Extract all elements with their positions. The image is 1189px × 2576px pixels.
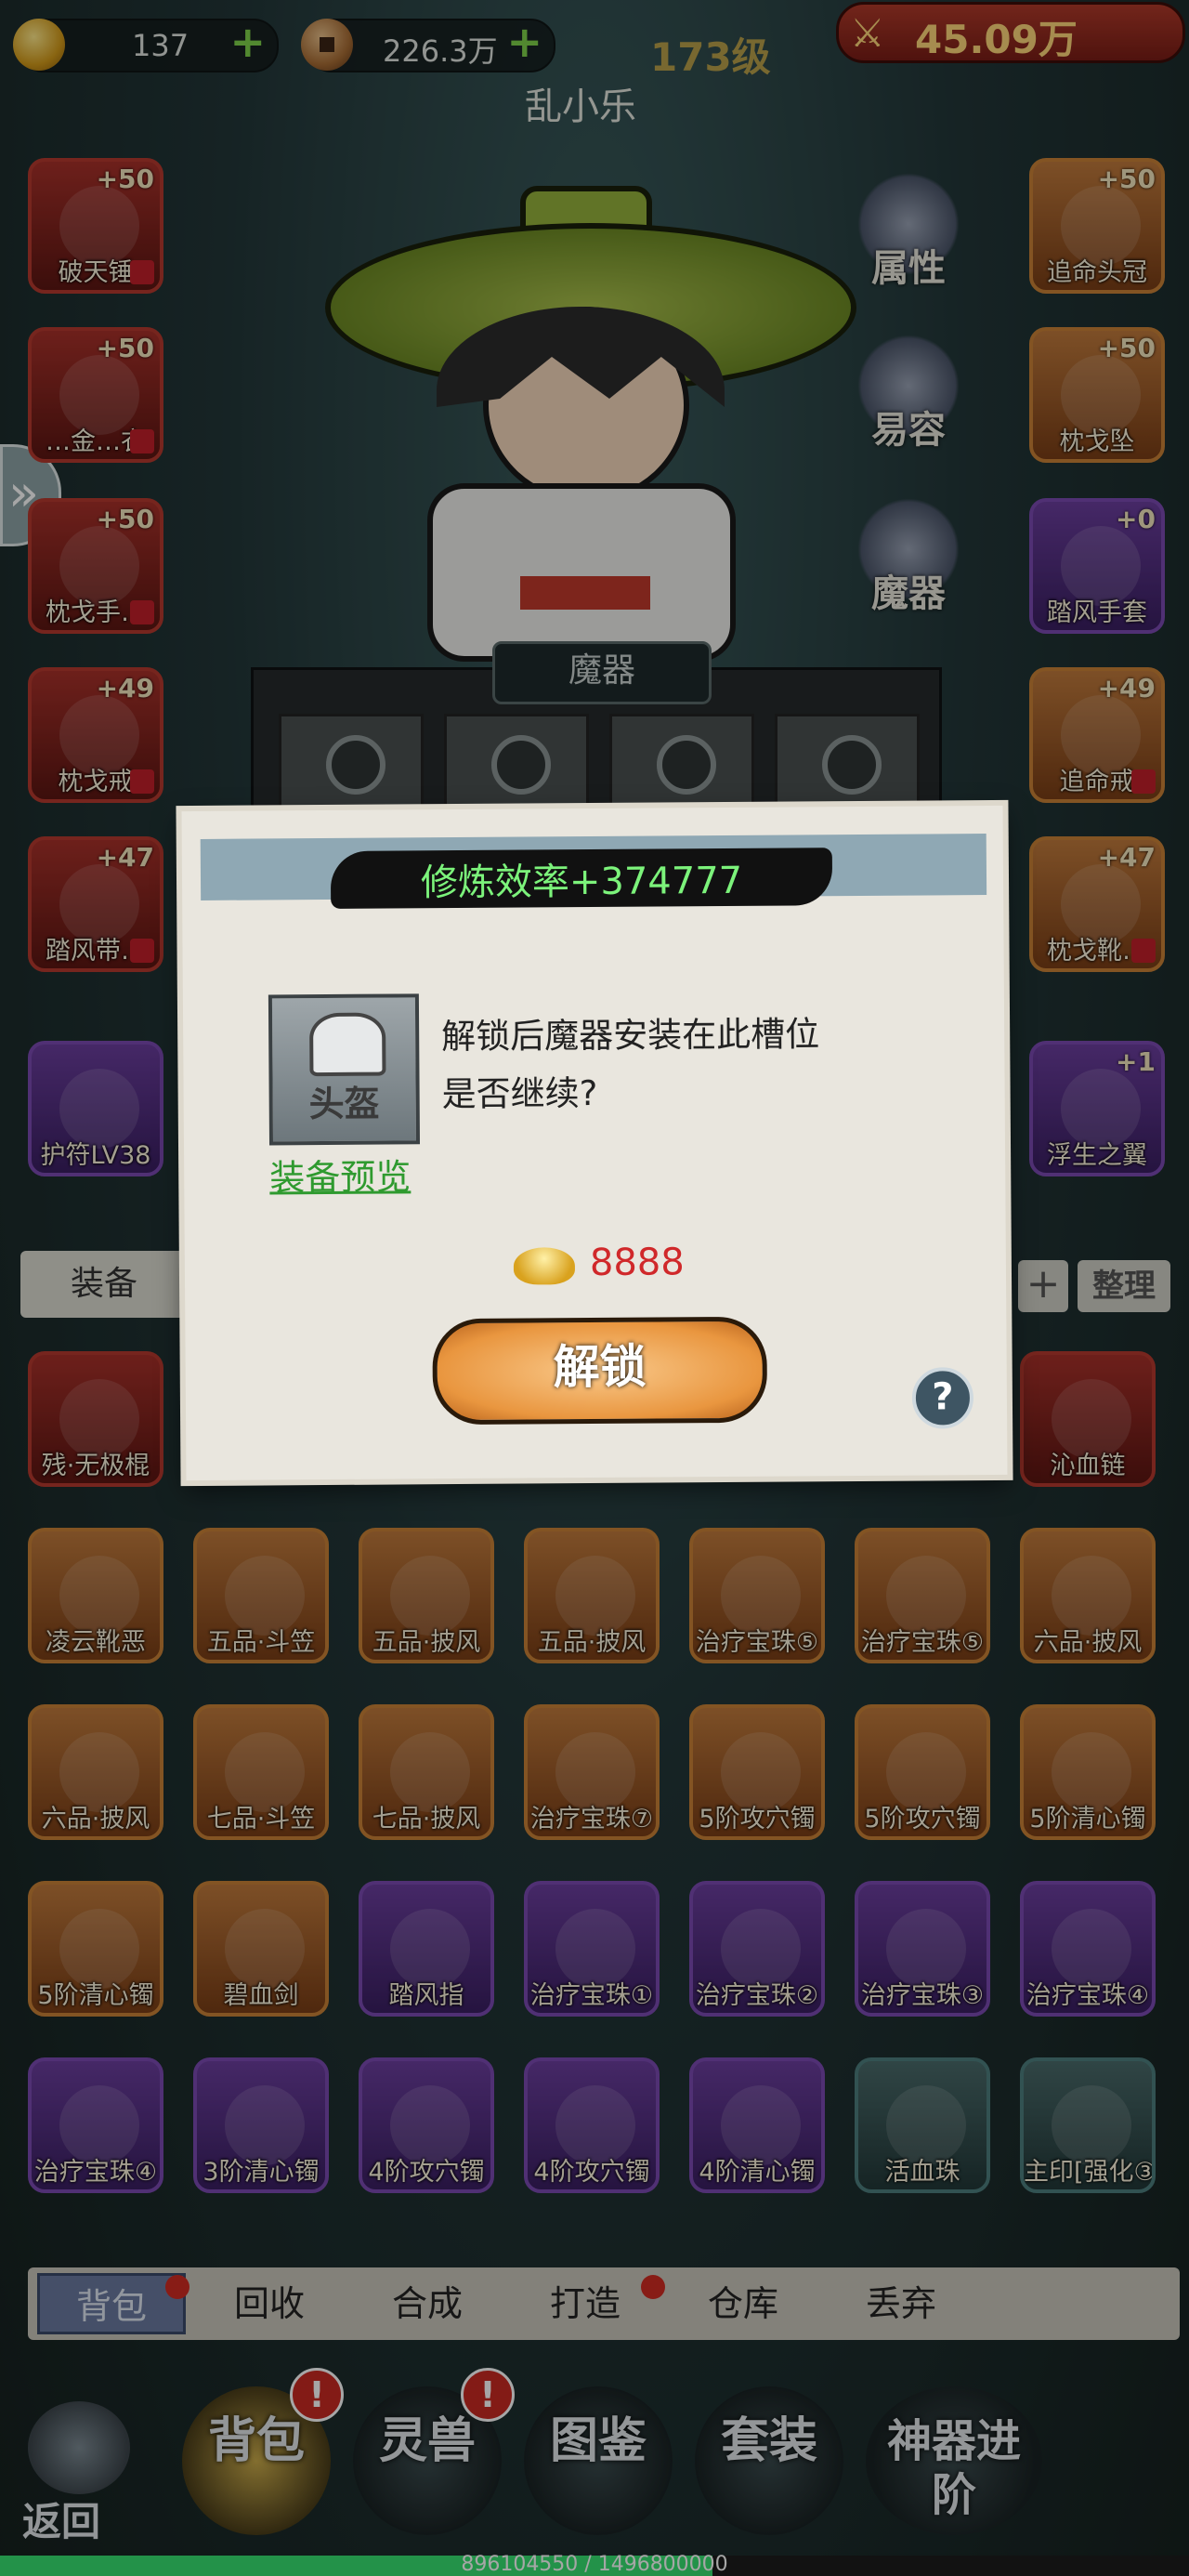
helmet-slot-preview: 头盔 (268, 993, 421, 1146)
unlock-message: 解锁后魔器安装在此槽位 是否继续? (441, 1005, 820, 1124)
help-icon[interactable]: ? (911, 1367, 974, 1429)
cultivation-efficiency: 修炼效率+374777 (420, 859, 743, 905)
equipment-preview-link[interactable]: 装备预览 (269, 1148, 411, 1200)
unlock-price: 8888 (589, 1241, 685, 1285)
helmet-label: 头盔 (308, 1083, 380, 1125)
unlock-dialog: 修炼效率+374777 头盔 装备预览 解锁后魔器安装在此槽位 是否继续? 88… (181, 805, 1008, 1481)
gold-ingot-icon (513, 1247, 576, 1285)
cultivation-banner: 修炼效率+374777 (330, 848, 833, 909)
unlock-button[interactable]: 解锁 (432, 1316, 768, 1426)
unlock-message-line1: 解锁后魔器安装在此槽位 (441, 1014, 820, 1058)
helmet-icon (309, 1012, 386, 1077)
unlock-message-line2: 是否继续? (441, 1072, 598, 1115)
